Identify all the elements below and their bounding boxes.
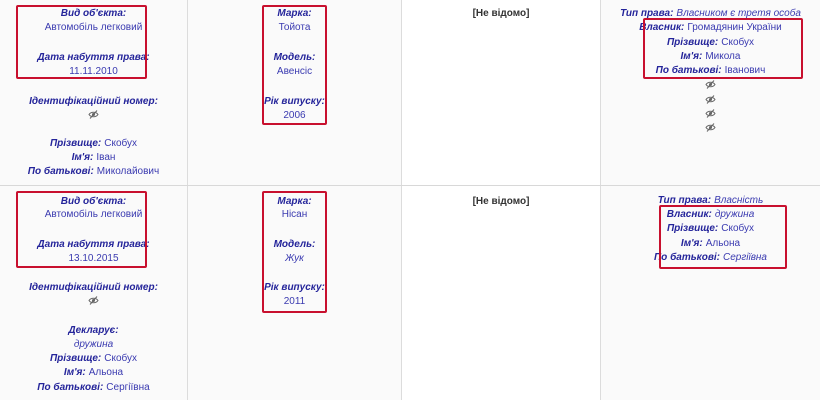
value-cell: [Не відомо] xyxy=(402,186,601,400)
highlight-box xyxy=(659,205,787,269)
declaration-vehicles-table: Вид об'єкта: Автомобіль легковий Дата на… xyxy=(0,0,820,400)
id-number-label: Ідентифікаційний номер: xyxy=(29,96,158,107)
patronymic-value: Миколайович xyxy=(96,166,160,177)
patronymic-value: Сергіївна xyxy=(106,382,150,393)
surname-label: Прізвище: xyxy=(49,353,102,364)
highlight-box xyxy=(16,191,147,268)
eye-slash-icon xyxy=(705,80,716,89)
name-label: Ім'я: xyxy=(63,367,86,378)
surname-label: Прізвище: xyxy=(49,138,102,149)
highlight-box xyxy=(16,5,147,79)
patronymic-label: По батькові: xyxy=(27,166,94,177)
highlight-box xyxy=(262,191,327,313)
surname-value: Скобух xyxy=(104,353,138,364)
eye-slash-icon xyxy=(705,123,716,132)
unknown-value: [Не відомо] xyxy=(472,8,530,19)
eye-slash-icon xyxy=(88,296,99,305)
declarant-value: дружина xyxy=(73,339,114,350)
eye-slash-icon xyxy=(705,109,716,118)
declarant-label: Декларує: xyxy=(68,325,119,336)
highlight-box xyxy=(262,5,327,125)
surname-value: Скобух xyxy=(104,138,138,149)
highlight-box xyxy=(643,18,803,79)
value-cell: [Не відомо] xyxy=(402,0,601,185)
id-number-label: Ідентифікаційний номер: xyxy=(29,282,158,293)
eye-slash-icon xyxy=(705,95,716,104)
patronymic-label: По батькові: xyxy=(37,382,104,393)
name-label: Ім'я: xyxy=(71,152,94,163)
name-value: Альона xyxy=(88,367,124,378)
name-value: Іван xyxy=(96,152,116,163)
unknown-value: [Не відомо] xyxy=(472,196,530,207)
eye-slash-icon xyxy=(88,110,99,119)
